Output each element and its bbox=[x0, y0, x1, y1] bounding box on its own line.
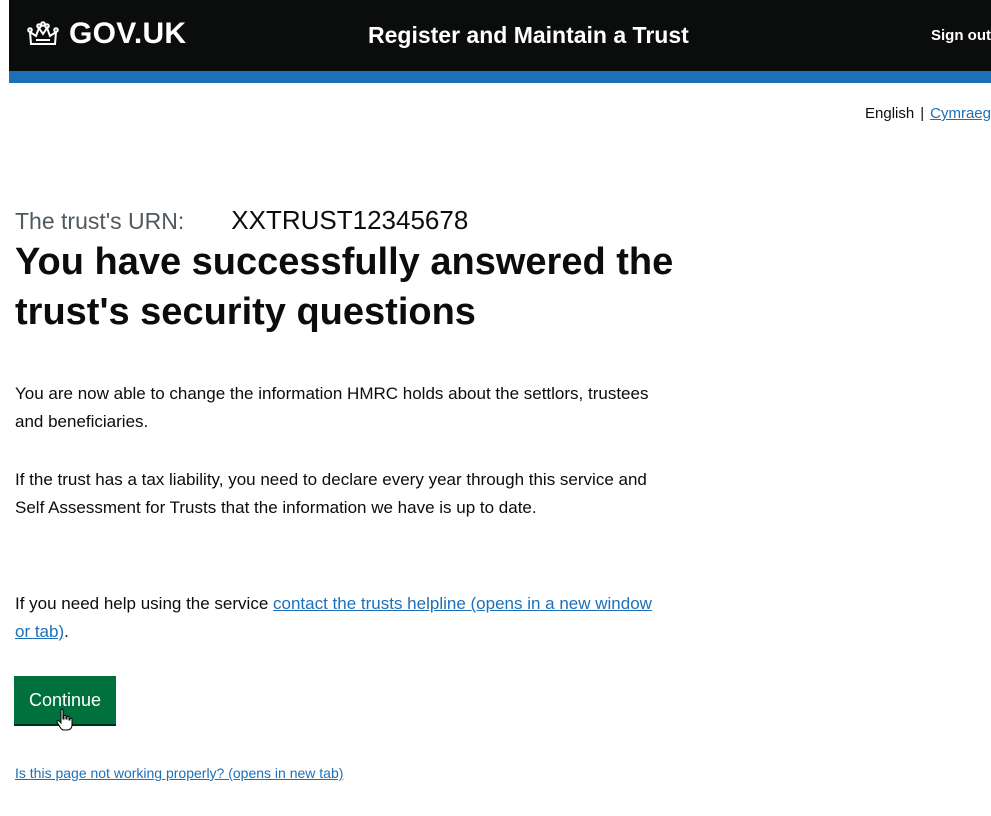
tax-liability-paragraph: If the trust has a tax liability, you ne… bbox=[15, 470, 647, 517]
urn-value: XXTRUST12345678 bbox=[231, 205, 469, 235]
crown-icon bbox=[27, 21, 59, 45]
language-cymraeg-link[interactable]: Cymraeg bbox=[930, 105, 991, 122]
urn-label: The trust's URN: bbox=[15, 208, 185, 234]
help-text: If you need help using the service bbox=[15, 594, 273, 613]
page-title: You have successfully answered the trust… bbox=[15, 241, 674, 333]
logo-text: GOV.UK bbox=[69, 17, 187, 50]
report-problem-link[interactable]: Is this page not working properly? (open… bbox=[15, 765, 343, 781]
site-header: GOV.UK Register and Maintain a Trust Sig… bbox=[9, 0, 991, 71]
page-left-edge bbox=[0, 0, 9, 816]
info-paragraph: You are now able to change the informati… bbox=[15, 384, 649, 431]
govuk-logo[interactable]: GOV.UK bbox=[27, 17, 186, 51]
language-toggle: English | Cymraeg bbox=[865, 105, 991, 122]
hand-cursor-icon bbox=[56, 708, 73, 731]
sign-out-link[interactable]: Sign out bbox=[931, 27, 991, 44]
service-name[interactable]: Register and Maintain a Trust bbox=[368, 22, 689, 49]
help-suffix: . bbox=[64, 622, 69, 641]
urn-caption: The trust's URN: XXTRUST12345678 bbox=[15, 205, 468, 236]
help-paragraph: If you need help using the service conta… bbox=[15, 590, 665, 646]
language-separator: | bbox=[920, 105, 925, 122]
language-current: English bbox=[865, 105, 915, 122]
header-accent-bar bbox=[9, 71, 991, 83]
